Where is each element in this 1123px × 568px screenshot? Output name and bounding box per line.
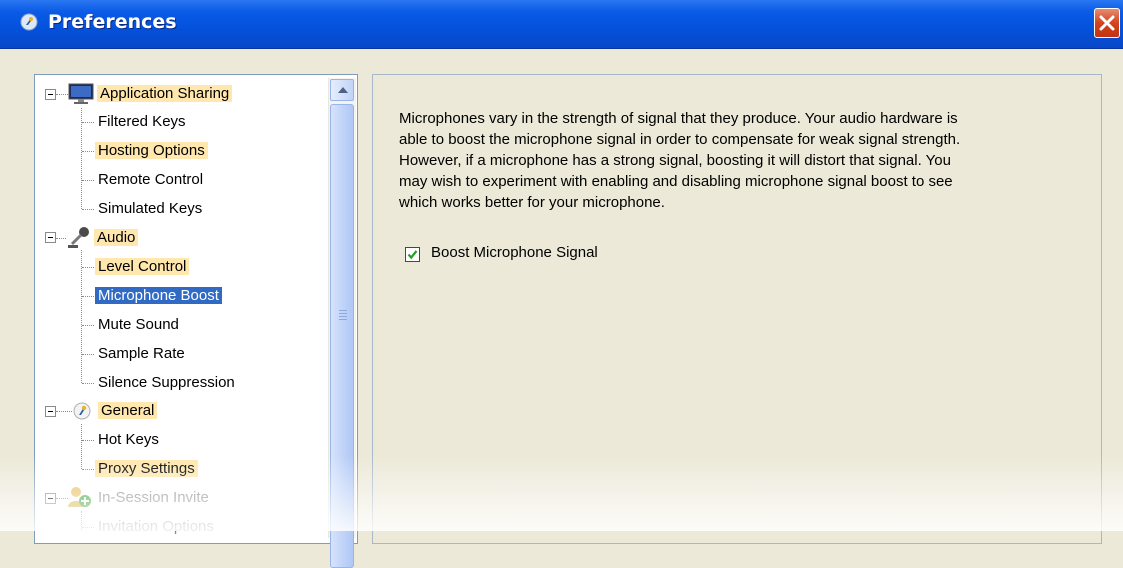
close-icon (1099, 15, 1115, 31)
tree-item-label: Application Sharing (97, 85, 233, 102)
tree-item-label: Silence Suppression (98, 374, 235, 391)
description-line: Microphones vary in the strength of sign… (399, 110, 958, 127)
boost-microphone-label[interactable]: Boost Microphone Signal (431, 244, 598, 261)
tree-scrollbar[interactable] (328, 78, 356, 568)
tree-item-hot-keys[interactable]: Hot Keys (95, 427, 162, 453)
scroll-up-button[interactable] (330, 79, 354, 101)
tree-item-microphone-boost[interactable]: Microphone Boost (95, 283, 222, 309)
tree-item-remote-control[interactable]: Remote Control (95, 167, 206, 193)
tree-item-label: Hot Keys (98, 431, 159, 448)
tree-item-hosting-options[interactable]: Hosting Options (95, 138, 208, 164)
tree-item-label: Microphone Boost (95, 287, 222, 304)
collapse-general-toggle[interactable] (45, 406, 56, 417)
tree-guide-line (81, 250, 82, 383)
tree-item-filtered-keys[interactable]: Filtered Keys (95, 109, 189, 135)
description-line: which works better for your microphone. (399, 194, 665, 211)
tree-item-in-session-invite[interactable]: In-Session Invite (95, 485, 212, 511)
tree-item-audio[interactable]: Audio (94, 225, 139, 251)
tree-item-general[interactable]: General (98, 398, 158, 424)
description-line: able to boost the microphone signal in o… (399, 131, 961, 148)
tree-guide-line (81, 108, 82, 209)
description-line: may wish to experiment with enabling and… (399, 173, 953, 190)
checkmark-icon (407, 250, 418, 260)
tree-item-label: Audio (94, 229, 139, 246)
tree-item-label: General (98, 402, 158, 419)
tree-item-label: Level Control (95, 258, 190, 275)
tree-item-label: Remote Control (98, 171, 204, 188)
tree-item-application-sharing[interactable]: Application Sharing (97, 81, 233, 107)
tree-guide-line (81, 511, 82, 531)
tree-item-sample-rate[interactable]: Sample Rate (95, 341, 188, 367)
title-bar[interactable]: Preferences (0, 0, 1123, 49)
tree-item-label: In-Session Invite (98, 489, 209, 506)
tree-item-label: Invitation Options (98, 518, 214, 535)
boost-microphone-checkbox[interactable] (405, 247, 420, 262)
tree-guide-line (81, 424, 82, 469)
monitor-icon (68, 83, 94, 104)
tree-item-label: Sample Rate (98, 345, 185, 362)
microphone-boost-description: Microphones vary in the strength of sign… (399, 108, 1089, 213)
tree-item-simulated-keys[interactable]: Simulated Keys (95, 196, 205, 222)
description-line: However, if a microphone has a strong si… (399, 152, 951, 169)
close-button[interactable] (1094, 8, 1120, 38)
tree-item-label: Mute Sound (98, 316, 179, 333)
tree-item-label: Simulated Keys (98, 200, 203, 217)
tree-item-silence-suppression[interactable]: Silence Suppression (95, 370, 238, 396)
tree-item-mute-sound[interactable]: Mute Sound (95, 312, 182, 338)
invite-user-icon (68, 487, 91, 507)
window-title: Preferences (48, 11, 177, 33)
app-logo-icon (73, 402, 91, 420)
collapse-audio-toggle[interactable] (45, 232, 56, 243)
tree-item-level-control[interactable]: Level Control (95, 254, 190, 280)
tree-item-label: Hosting Options (95, 142, 208, 159)
collapse-in-session-invite-toggle[interactable] (45, 493, 56, 504)
collapse-application-sharing-toggle[interactable] (45, 89, 56, 100)
tree-item-proxy-settings[interactable]: Proxy Settings (95, 456, 198, 482)
app-logo-icon (20, 13, 38, 31)
tree-item-invitation-options[interactable]: Invitation Options (95, 514, 217, 540)
scroll-thumb[interactable] (330, 104, 354, 568)
tree-item-label: Filtered Keys (98, 113, 186, 130)
tree-item-label: Proxy Settings (95, 460, 198, 477)
microphone-icon (68, 227, 89, 248)
